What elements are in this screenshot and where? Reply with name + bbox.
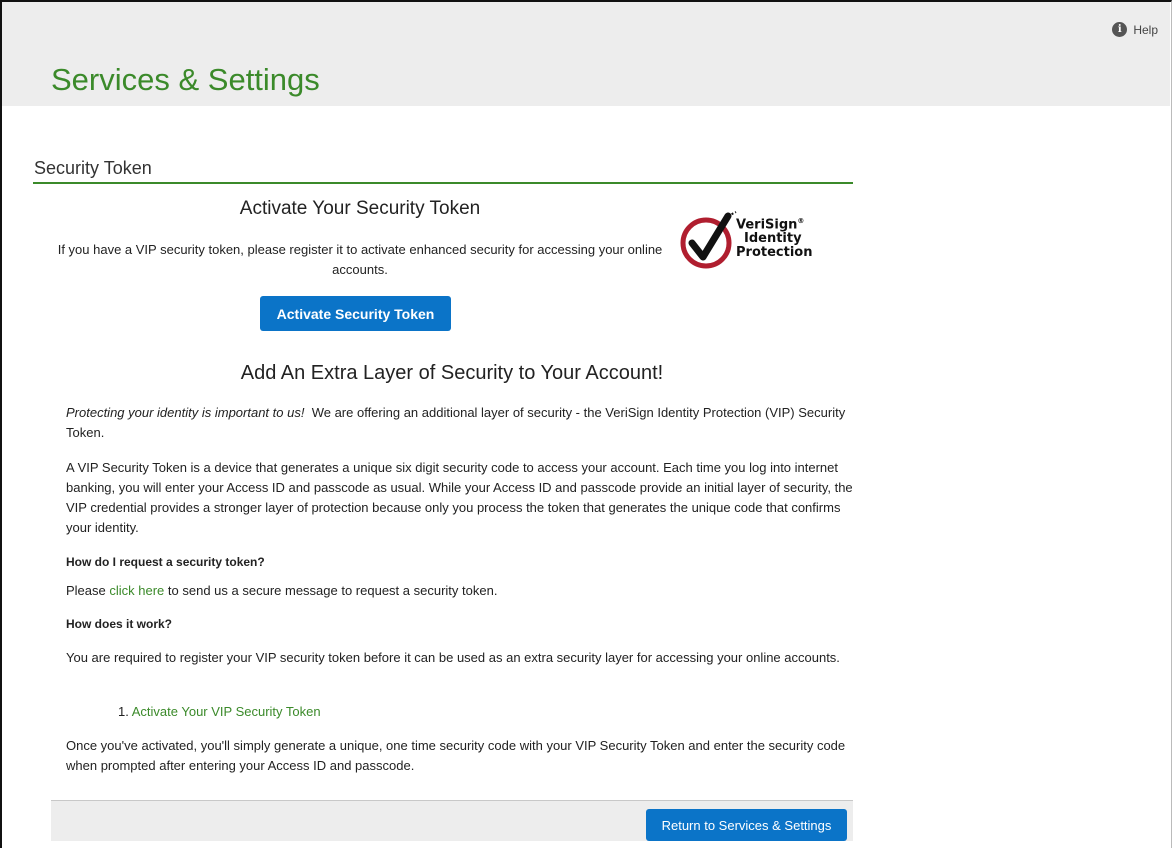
extra-security-heading: Add An Extra Layer of Security to Your A…: [240, 362, 664, 384]
logo-line-2: Identity: [744, 231, 802, 247]
intro-paragraph: Protecting your identity is important to…: [66, 403, 856, 443]
page-header: i Help Services & Settings: [2, 2, 1170, 106]
intro-emphasis: Protecting your identity is important to…: [66, 405, 305, 420]
closing-paragraph: Once you've activated, you'll simply gen…: [66, 738, 846, 773]
activate-security-token-button[interactable]: Activate Security Token: [260, 296, 451, 331]
click-here-link[interactable]: click here: [109, 583, 164, 598]
answer-suffix: to send us a secure message to request a…: [167, 583, 498, 598]
help-label: Help: [1133, 22, 1158, 37]
faq-how-answer: You are required to register your VIP se…: [66, 650, 840, 665]
faq-request-question: How do I request a security token?: [66, 555, 265, 569]
return-to-services-button[interactable]: Return to Services & Settings: [646, 809, 847, 841]
help-link[interactable]: i Help: [1112, 22, 1158, 37]
answer-prefix: Please: [66, 583, 106, 598]
activate-vip-token-link[interactable]: Activate Your VIP Security Token: [132, 704, 321, 719]
logo-trademark: ®: [797, 217, 805, 225]
page-title: Services & Settings: [51, 62, 320, 97]
step-number: 1.: [118, 704, 129, 719]
step-list-item: 1. Activate Your VIP Security Token: [118, 702, 518, 722]
info-icon: i: [1112, 22, 1128, 37]
section-divider: [33, 182, 853, 184]
section-title: Security Token: [34, 158, 152, 178]
verisign-logo-text: VeriSign® Identity Protection: [736, 214, 812, 260]
footer-bar: Return to Services & Settings: [51, 801, 853, 841]
activate-intro: If you have a VIP security token, please…: [57, 242, 663, 277]
logo-line-1: VeriSign: [736, 217, 798, 233]
activate-heading: Activate Your Security Token: [239, 198, 481, 219]
logo-line-3: Protection: [736, 245, 813, 261]
vip-description: A VIP Security Token is a device that ge…: [66, 460, 853, 535]
faq-request-answer: Please click here to send us a secure me…: [66, 581, 856, 601]
faq-how-question: How does it work?: [66, 617, 173, 631]
